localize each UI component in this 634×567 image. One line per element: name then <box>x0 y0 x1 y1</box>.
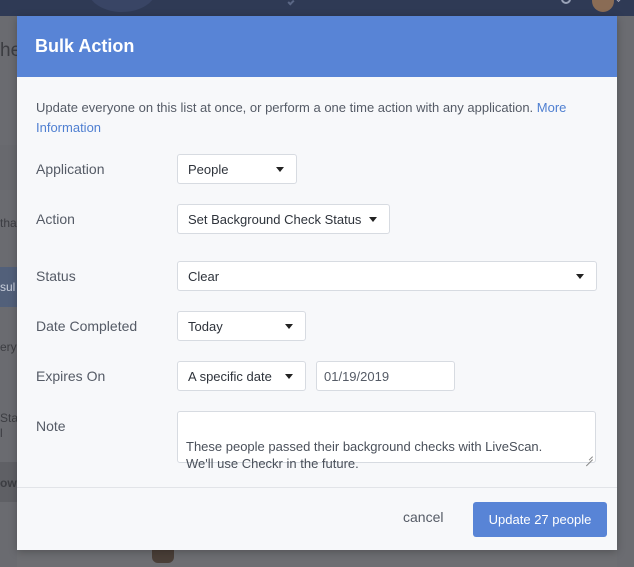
intro-text: Update everyone on this list at once, or… <box>36 98 581 138</box>
expires-on-label: Expires On <box>36 368 106 384</box>
caret-down-icon <box>369 217 377 222</box>
action-select[interactable]: Set Background Check Status <box>177 204 390 234</box>
background-text: Sta <box>0 411 17 425</box>
background-bottom-strip <box>17 550 617 567</box>
cancel-button[interactable]: cancel <box>403 509 443 525</box>
background-right-strip <box>617 16 634 567</box>
background-text: tha <box>0 216 17 230</box>
caret-down-icon <box>276 167 284 172</box>
background-thumbnail <box>152 550 174 563</box>
note-textarea[interactable]: These people passed their background che… <box>177 411 596 471</box>
expires-on-select[interactable]: A specific date <box>177 361 306 391</box>
background-text: he <box>0 40 17 61</box>
modal-footer: cancel Update 27 people <box>17 488 617 549</box>
intro-description: Update everyone on this list at once, or… <box>36 100 534 115</box>
bulk-action-modal: Bulk Action Update everyone on this list… <box>17 16 617 550</box>
note-textarea-value: These people passed their background che… <box>186 439 543 471</box>
date-completed-select-value: Today <box>188 318 223 334</box>
date-completed-label: Date Completed <box>36 318 138 334</box>
caret-down-icon <box>285 374 293 379</box>
application-label: Application <box>36 161 105 177</box>
status-select-value: Clear <box>188 268 220 284</box>
update-people-button[interactable]: Update 27 people <box>473 502 607 537</box>
background-logo <box>88 0 156 12</box>
background-text: sul <box>0 280 16 294</box>
caret-down-icon <box>576 274 584 279</box>
action-label: Action <box>36 211 75 227</box>
action-select-value: Set Background Check Status <box>188 211 362 227</box>
modal-body: Update everyone on this list at once, or… <box>17 77 617 488</box>
background-text: l <box>0 426 3 440</box>
expires-on-select-value: A specific date <box>188 368 272 384</box>
background-top-bar <box>0 0 634 16</box>
background-text: ow <box>0 476 17 490</box>
modal-header: Bulk Action <box>17 16 617 77</box>
expires-on-date-input[interactable]: 01/19/2019 <box>316 361 455 391</box>
background-search-icon <box>561 0 571 4</box>
resize-grip-icon[interactable] <box>586 453 593 460</box>
caret-down-icon <box>285 324 293 329</box>
status-label: Status <box>36 268 76 284</box>
modal-title: Bulk Action <box>35 36 135 56</box>
expires-on-date-value: 01/19/2019 <box>324 368 390 384</box>
application-select[interactable]: People <box>177 154 297 184</box>
background-band <box>0 145 17 190</box>
background-chevron-icon <box>287 0 295 6</box>
application-select-value: People <box>188 161 229 177</box>
status-select[interactable]: Clear <box>177 261 597 291</box>
background-avatar <box>592 0 614 12</box>
background-text: ery <box>0 340 17 354</box>
date-completed-select[interactable]: Today <box>177 311 306 341</box>
note-label: Note <box>36 418 66 434</box>
update-people-button-label: Update 27 people <box>488 512 592 527</box>
